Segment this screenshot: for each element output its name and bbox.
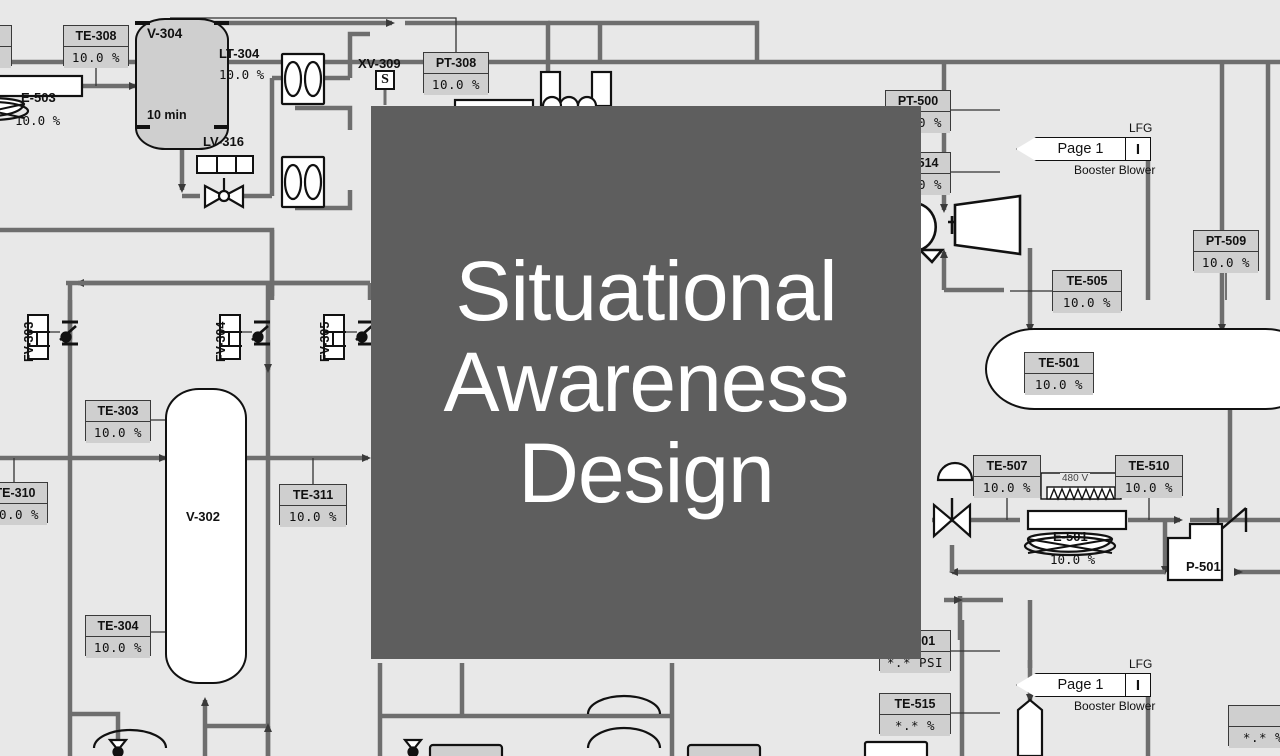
instrument-tag-id: TE-505 bbox=[1053, 271, 1121, 292]
off-page-connector-page-label: Page 1 bbox=[1036, 673, 1125, 697]
overlay-line-1: Situational bbox=[455, 244, 837, 339]
controller-fv-304-label: FV-304 bbox=[214, 321, 228, 362]
vessel-v-302-label: V-302 bbox=[186, 509, 220, 524]
instrument-tag-id: TE-310 bbox=[0, 483, 47, 504]
instrument-tag-id: PT-308 bbox=[424, 53, 488, 74]
vessel-v-304-label: V-304 bbox=[147, 26, 183, 41]
instrument-tag[interactable]: TE-311 10.0 % bbox=[279, 484, 347, 527]
instrument-tag-value: 10.0 % bbox=[0, 504, 47, 525]
valve-lv-316-controller[interactable] bbox=[196, 155, 254, 174]
controller-fv-303-label: FV-303 bbox=[22, 321, 36, 362]
heater-voltage-label: 480 V bbox=[1060, 473, 1091, 484]
exchanger-e-501-label: E-501 bbox=[1053, 529, 1088, 544]
instrument-tag-clipped[interactable] bbox=[0, 25, 12, 68]
instrument-tag-value: *.* % bbox=[1229, 727, 1280, 748]
exchanger-e-501-value: 10.0 % bbox=[1050, 552, 1096, 567]
off-page-connector-arrow-icon bbox=[1016, 673, 1036, 697]
instrument-tag[interactable]: TE-510 10.0 % bbox=[1115, 455, 1183, 498]
instrument-tag-value: 10.0 % bbox=[424, 74, 488, 95]
instrument-tag-id: TE-308 bbox=[64, 26, 128, 47]
valve-xv-309-label: XV-309 bbox=[358, 56, 401, 71]
instrument-tag-clipped[interactable]: *.* % bbox=[1228, 705, 1280, 748]
instrument-tag-value: 10.0 % bbox=[1053, 292, 1121, 313]
instrument-tag[interactable]: TE-31010.0 % bbox=[0, 482, 48, 525]
off-page-connector[interactable]: Page 1I bbox=[1016, 137, 1151, 161]
off-page-connector-tag: LFG bbox=[1129, 121, 1153, 135]
instrument-tag-value bbox=[0, 47, 11, 68]
pid-diagram-canvas: V-304 10 min V-302 P-501 E-503 10.0 % E-… bbox=[0, 0, 1280, 756]
instrument-tag[interactable]: TE-303 10.0 % bbox=[85, 400, 151, 443]
instrument-tag[interactable]: TE-505 10.0 % bbox=[1052, 270, 1122, 313]
instrument-tag-id: TE-311 bbox=[280, 485, 346, 506]
instrument-tag-value: 10.0 % bbox=[280, 506, 346, 527]
instrument-tag-value: 10.0 % bbox=[64, 47, 128, 68]
instrument-tag-value: *.* % bbox=[880, 715, 950, 736]
instrument-tag[interactable]: PT-308 10.0 % bbox=[423, 52, 489, 95]
off-page-connector-page-label: Page 1 bbox=[1036, 137, 1125, 161]
off-page-connector[interactable]: Page 1I bbox=[1016, 673, 1151, 697]
overlay-line-3: Design bbox=[518, 425, 774, 520]
solenoid-s-icon[interactable]: S bbox=[375, 70, 395, 90]
instrument-tag[interactable]: TE-304 10.0 % bbox=[85, 615, 151, 658]
instrument-tag-id: TE-507 bbox=[974, 456, 1040, 477]
exchanger-e-503-label: E-503 bbox=[21, 90, 56, 105]
instrument-tag-id: TE-304 bbox=[86, 616, 150, 637]
situational-awareness-overlay: Situational Awareness Design bbox=[371, 106, 921, 659]
off-page-connector-subtitle: Booster Blower bbox=[1074, 699, 1156, 713]
instrument-tag-value: 10.0 % bbox=[86, 637, 150, 658]
instrument-tag-value: 10.0 % bbox=[86, 422, 150, 443]
controller-fv-305-label: FV-305 bbox=[318, 321, 332, 362]
transmitter-lt-304-value: 10.0 % bbox=[219, 67, 265, 82]
off-page-connector-tag: LFG bbox=[1129, 657, 1153, 671]
instrument-tag-id: TE-510 bbox=[1116, 456, 1182, 477]
instrument-tag-id bbox=[1229, 706, 1280, 727]
instrument-tag[interactable]: TE-308 10.0 % bbox=[63, 25, 129, 68]
instrument-tag[interactable]: TE-515 *.* % bbox=[879, 693, 951, 736]
off-page-connector-arrow-icon bbox=[1016, 137, 1036, 161]
valve-lv-316-label: LV-316 bbox=[203, 134, 244, 149]
instrument-tag-value: 10.0 % bbox=[974, 477, 1040, 498]
vessel-v-304-residence-time: 10 min bbox=[147, 108, 187, 122]
off-page-connector-flag: I bbox=[1125, 137, 1151, 161]
overlay-line-2: Awareness bbox=[443, 335, 849, 430]
off-page-connector-flag: I bbox=[1125, 673, 1151, 697]
instrument-tag-id: TE-515 bbox=[880, 694, 950, 715]
instrument-tag-id bbox=[0, 26, 11, 47]
instrument-tag[interactable]: TE-507 10.0 % bbox=[973, 455, 1041, 498]
instrument-tag-value: 10.0 % bbox=[1116, 477, 1182, 498]
instrument-tag-id: PT-509 bbox=[1194, 231, 1258, 252]
instrument-tag-id: TE-303 bbox=[86, 401, 150, 422]
instrument-tag[interactable]: TE-501 10.0 % bbox=[1024, 352, 1094, 395]
pump-p-501-label: P-501 bbox=[1186, 559, 1221, 574]
instrument-tag[interactable]: PT-509 10.0 % bbox=[1193, 230, 1259, 273]
transmitter-lt-304-label: LT-304 bbox=[219, 46, 260, 61]
instrument-tag-id: TE-501 bbox=[1025, 353, 1093, 374]
instrument-tag-value: 10.0 % bbox=[1194, 252, 1258, 273]
exchanger-e-503-value: 10.0 % bbox=[15, 113, 61, 128]
off-page-connector-subtitle: Booster Blower bbox=[1074, 163, 1156, 177]
instrument-tag-value: 10.0 % bbox=[1025, 374, 1093, 395]
vessel-v-302 bbox=[165, 388, 247, 684]
